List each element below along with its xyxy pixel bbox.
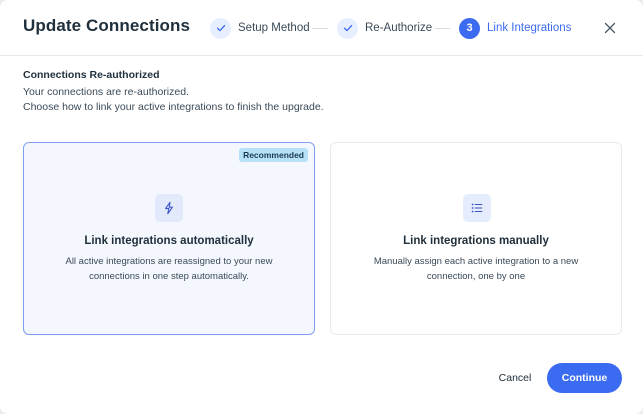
close-icon bbox=[604, 22, 616, 34]
cancel-button[interactable]: Cancel bbox=[489, 366, 541, 390]
option-description: Manually assign each active integration … bbox=[373, 256, 579, 282]
close-button[interactable] bbox=[602, 20, 618, 36]
option-card-manual[interactable]: Link integrations manually Manually assi… bbox=[330, 142, 622, 335]
step-label: Link Integrations bbox=[487, 22, 572, 34]
step-setup-method: Setup Method bbox=[210, 17, 310, 39]
step-number: 3 bbox=[459, 17, 480, 39]
step-re-authorize: Re-Authorize bbox=[337, 17, 432, 39]
step-connector bbox=[312, 28, 328, 29]
option-description: All active integrations are reassigned t… bbox=[65, 256, 273, 282]
step-link-integrations: 3 Link Integrations bbox=[459, 17, 571, 39]
description-line: Your connections are re-authorized. bbox=[23, 86, 189, 98]
step-connector bbox=[435, 28, 450, 29]
step-label: Re-Authorize bbox=[365, 22, 433, 34]
step-label: Setup Method bbox=[238, 22, 310, 34]
description-line: Choose how to link your active integrati… bbox=[23, 101, 324, 113]
recommended-badge: Recommended bbox=[239, 148, 308, 162]
update-connections-dialog: Update Connections Setup Method Re-Autho… bbox=[0, 0, 643, 414]
option-title: Link integrations automatically bbox=[84, 235, 254, 247]
option-card-automatic[interactable]: Recommended Link integrations automatica… bbox=[23, 142, 315, 335]
dialog-title: Update Connections bbox=[23, 16, 191, 35]
option-title: Link integrations manually bbox=[403, 235, 549, 247]
continue-button[interactable]: Continue bbox=[547, 363, 622, 393]
lightning-icon bbox=[155, 194, 183, 222]
section-title: Connections Re-authorized bbox=[23, 69, 160, 81]
dialog-header: Update Connections Setup Method Re-Autho… bbox=[0, 0, 643, 56]
check-icon bbox=[337, 17, 358, 39]
check-icon bbox=[210, 17, 231, 39]
list-icon bbox=[463, 194, 491, 222]
